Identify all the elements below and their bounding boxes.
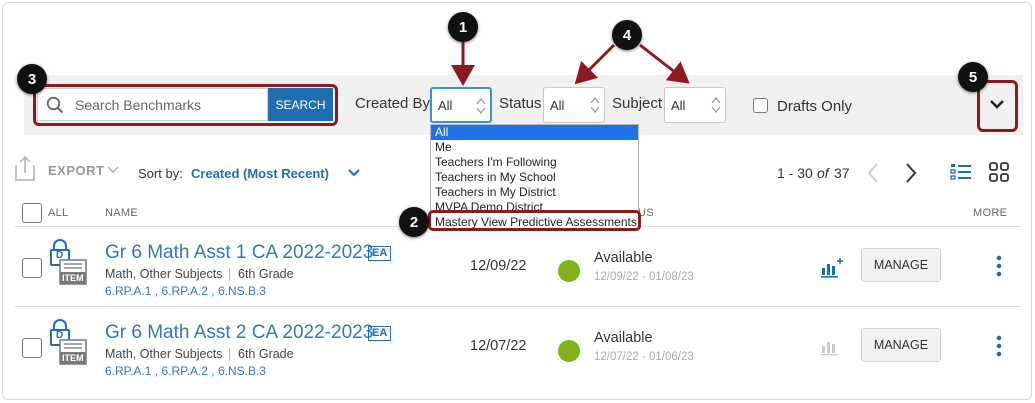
grade-text: 6th Grade (238, 347, 294, 361)
subjects-text: Math, Other Subjects (105, 267, 223, 281)
status-date-range: 12/09/22 - 01/08/23 (594, 271, 694, 283)
pagination-total: 37 (834, 165, 850, 181)
column-name[interactable]: NAME (105, 207, 138, 219)
column-more: MORE (973, 207, 1008, 219)
benchmark-title-link[interactable]: Gr 6 Math Asst 2 CA 2022-2023 (105, 322, 373, 344)
report-disabled-icon (821, 342, 838, 356)
drafts-only-label: Drafts Only (777, 98, 853, 115)
status-text: Available (594, 330, 653, 346)
annotation-box-option (428, 210, 641, 231)
list-view-icon[interactable] (950, 162, 972, 182)
callout-marker: 3 (17, 64, 47, 94)
row-checkbox[interactable] (22, 258, 42, 278)
chevron-down-icon[interactable] (989, 98, 1005, 110)
item-icon-letter: D (56, 250, 64, 261)
status-dot (558, 340, 580, 362)
annotation-box-search (33, 84, 338, 126)
status-value: All (550, 97, 565, 113)
standards-links[interactable]: 6.RP.A.1 , 6.RP.A.2 , 6.NS.B.3 (105, 364, 266, 378)
sort-chevron-icon[interactable] (347, 168, 361, 178)
dropdown-option[interactable]: Teachers I'm Following (431, 155, 638, 170)
item-icon: D ITEM (46, 318, 90, 366)
subject-select[interactable]: All (664, 87, 726, 123)
subject-value: All (671, 97, 686, 113)
item-icon-label: ITEM (62, 273, 84, 283)
subject-filter-label: Subject (612, 95, 663, 112)
dropdown-option[interactable]: Teachers in My School (431, 170, 638, 185)
row-checkbox[interactable] (22, 338, 42, 358)
more-options-icon[interactable] (994, 334, 1004, 358)
callout-marker: 1 (448, 12, 478, 42)
next-page-icon[interactable] (904, 162, 918, 184)
pagination-of: of (817, 165, 829, 181)
select-arrows-icon (590, 96, 600, 114)
select-arrows-icon (711, 96, 721, 114)
drafts-only-checkbox[interactable] (753, 98, 768, 113)
add-report-icon[interactable] (820, 256, 846, 278)
divider (229, 348, 230, 361)
ea-badge: EA (368, 326, 392, 341)
export-chevron-icon (107, 166, 119, 173)
export-label[interactable]: EXPORT (48, 163, 104, 178)
created-by-label: Created By (355, 95, 431, 112)
dropdown-option[interactable]: Me (431, 140, 638, 155)
subjects-text: Math, Other Subjects (105, 347, 223, 361)
created-date: 12/09/22 (470, 258, 527, 274)
select-all-checkbox[interactable] (22, 203, 42, 223)
manage-button[interactable]: MANAGE (861, 248, 941, 282)
status-text: Available (594, 250, 653, 266)
status-date-range: 12/07/22 - 01/06/23 (594, 351, 694, 363)
created-by-select[interactable]: All (430, 87, 492, 123)
status-select[interactable]: All (543, 87, 605, 123)
dropdown-option[interactable]: All (431, 125, 638, 140)
more-options-icon[interactable] (994, 254, 1004, 278)
prev-page-icon[interactable] (866, 162, 880, 184)
column-all: ALL (48, 207, 69, 219)
export-icon[interactable] (12, 155, 38, 183)
sort-by-label: Sort by: (138, 166, 183, 181)
benchmark-title-link[interactable]: Gr 6 Math Asst 1 CA 2022-2023 (105, 242, 373, 264)
select-arrows-icon (476, 97, 486, 115)
ea-badge: EA (368, 246, 392, 261)
status-dot (558, 260, 580, 282)
manage-button[interactable]: MANAGE (861, 328, 941, 362)
divider (14, 306, 1021, 307)
divider (229, 268, 230, 281)
pagination-range: 1 - 30 (777, 165, 813, 181)
standards-links[interactable]: 6.RP.A.1 , 6.RP.A.2 , 6.NS.B.3 (105, 284, 266, 298)
grid-view-icon[interactable] (988, 161, 1010, 183)
item-icon-letter: D (56, 330, 64, 341)
created-date: 12/07/22 (470, 338, 527, 354)
sort-by-value[interactable]: Created (Most Recent) (191, 166, 329, 181)
callout-marker: 2 (399, 207, 429, 237)
item-icon-label: ITEM (62, 353, 84, 363)
item-icon: D ITEM (46, 238, 90, 286)
status-filter-label: Status (499, 95, 542, 112)
grade-text: 6th Grade (238, 267, 294, 281)
created-by-value: All (438, 97, 453, 113)
callout-marker: 4 (612, 20, 642, 50)
callout-marker: 5 (958, 62, 988, 92)
dropdown-option[interactable]: Teachers in My District (431, 185, 638, 200)
